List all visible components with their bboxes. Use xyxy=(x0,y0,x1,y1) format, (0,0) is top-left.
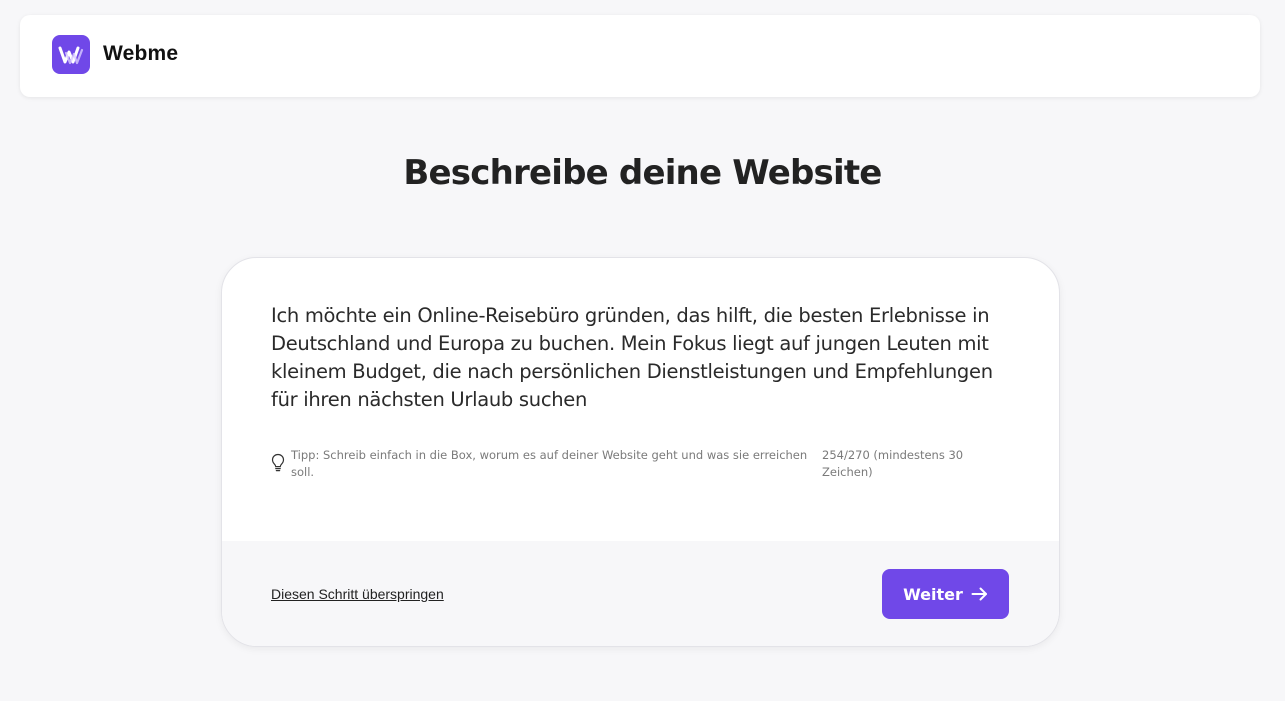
description-textarea[interactable]: Ich möchte ein Online-Reisebüro gründen,… xyxy=(271,302,1016,414)
page-title: Beschreibe deine Website xyxy=(403,153,882,193)
arrow-right-icon xyxy=(971,587,988,601)
top-header: Webme xyxy=(20,15,1260,97)
skip-step-link[interactable]: Diesen Schritt überspringen xyxy=(271,586,444,602)
lightbulb-icon xyxy=(271,453,285,473)
tip-text: Tipp: Schreib einfach in die Box, worum … xyxy=(291,448,808,479)
character-counter: 254/270 (mindestens 30 Zeichen) xyxy=(822,448,964,479)
next-button-label: Weiter xyxy=(903,584,963,604)
webme-logo-icon[interactable] xyxy=(52,35,90,74)
description-card: Ich möchte ein Online-Reisebüro gründen,… xyxy=(221,257,1060,647)
brand-name[interactable]: Webme xyxy=(103,42,178,66)
next-button[interactable]: Weiter xyxy=(882,569,1009,619)
card-footer: Diesen Schritt überspringen Weiter xyxy=(222,541,1059,646)
